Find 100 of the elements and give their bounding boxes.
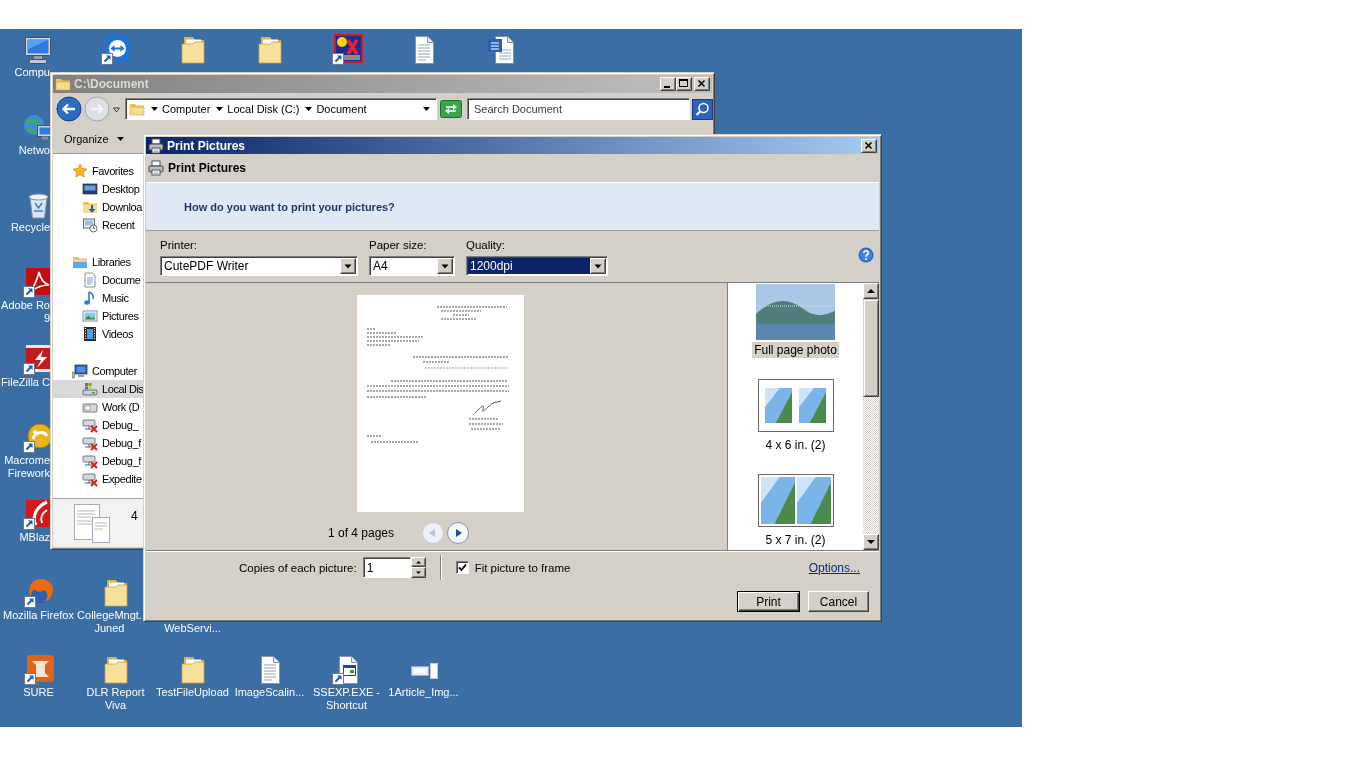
desktop-icon-label[interactable]: Mozilla Firefox [3,608,74,622]
folder-icon [55,76,71,92]
print-button[interactable]: Print [737,591,800,612]
desktop-icon-label[interactable]: Netwo [0,143,50,157]
window-title: Print Pictures [167,138,246,153]
browser-shortcut-icon[interactable] [22,576,55,609]
nav-item[interactable]: Computer [53,362,143,380]
organize-button[interactable]: Organize [58,128,130,150]
desktop-icon-label[interactable]: TestFileUpload [156,686,229,699]
film-icon [82,326,98,342]
desktop-icon-label[interactable]: WebServi... [164,621,221,635]
desktop-icon-label[interactable]: SURE [23,686,54,699]
dropdown-arrow-icon[interactable] [437,258,453,274]
desktop-icon-label[interactable]: MBlaz [0,531,50,544]
nav-item[interactable]: Favorites [53,162,143,180]
layout-option[interactable]: 4 x 6 in. (2) [763,437,828,453]
caret-icon[interactable] [216,107,224,111]
checkbox[interactable] [455,561,469,574]
caret-icon[interactable] [116,137,124,141]
dropdown-arrow-icon[interactable] [340,258,356,274]
refresh-button[interactable] [440,100,462,118]
close-button[interactable] [694,77,710,91]
app-shortcut-icon[interactable] [99,34,132,66]
computer-icon[interactable] [22,34,54,66]
breadcrumb[interactable]: Computer [162,103,211,115]
disconnected-drive-icon [82,435,98,451]
printer-icon [148,137,164,154]
app-shortcut-icon[interactable] [330,34,363,66]
nav-item[interactable]: Debug_ [53,416,143,434]
nav-item[interactable]: Debug_f [53,452,143,470]
two-photo-layout-drawing[interactable] [757,379,834,432]
checkmark-icon [457,563,467,572]
scrollbar-thumb[interactable] [863,299,879,397]
download-folder-icon [82,199,98,215]
copies-label: Copies of each picture: [239,561,357,574]
options-link[interactable]: Options... [808,560,860,575]
checkbox-label[interactable]: Fit picture to frame [474,561,571,574]
search-field[interactable]: Search Document [467,98,690,120]
nav-item[interactable]: Videos [53,325,143,343]
paper-size-dropdown[interactable]: A4 [369,256,455,276]
item-count: 4 [131,509,138,523]
next-page-button[interactable] [447,522,470,544]
monitor-clock-icon [82,217,98,233]
spin-down-button[interactable] [410,567,426,578]
page-counter: 1 of 4 pages [327,526,395,540]
disconnected-drive-icon [82,453,98,469]
nav-item[interactable]: Pictures [53,307,143,325]
breadcrumb[interactable]: Local Disk (C:) [227,103,300,115]
caret-icon[interactable] [305,107,313,111]
desktop-icon-label[interactable]: Macrome Firework [0,453,50,480]
desktop-icon-label[interactable]: FileZilla C [0,376,50,389]
address-bar[interactable]: Computer Local Disk (C:) Document [125,98,437,120]
desktop-icon-label[interactable]: 1Article_Img... [388,686,459,699]
nav-item[interactable]: Recent [53,216,143,234]
spin-up-button[interactable] [410,557,426,567]
search-button[interactable] [692,98,713,120]
printer-dropdown[interactable]: CutePDF Writer [160,256,358,276]
dropdown-arrow-icon[interactable] [590,258,606,274]
scroll-up-button[interactable] [863,283,879,299]
caret-icon[interactable] [151,107,158,111]
nav-item[interactable]: Local Dis [53,380,143,398]
back-button[interactable] [56,96,82,122]
minimize-button[interactable] [660,77,676,91]
nav-item[interactable]: Expedite [53,470,143,488]
desktop-icon-label[interactable]: DLR Report Viva [77,686,154,712]
scroll-down-button[interactable] [863,534,879,550]
nav-item[interactable]: Downloa [53,198,143,216]
maximize-button[interactable] [676,77,692,91]
breadcrumb[interactable]: Document [316,103,367,115]
app-shortcut-icon[interactable] [22,654,55,686]
document-icon [82,272,98,288]
desktop-icon-label[interactable]: SSEXP.EXE - Shortcut [308,686,385,712]
layout-option[interactable]: 5 x 7 in. (2) [763,532,828,548]
quality-dropdown[interactable]: 1200dpi [466,256,608,276]
close-button[interactable] [861,138,877,153]
desktop-icon-label[interactable]: Adobe Ro 9 [0,298,50,325]
caret-icon[interactable] [423,107,430,111]
two-photo-layout-drawing[interactable] [757,474,834,527]
nav-item[interactable]: Libraries [53,253,143,271]
layout-option[interactable]: Full page photo [752,342,839,358]
desktop-icon-label[interactable]: Recycle [0,221,50,234]
nav-item[interactable]: Work (D [53,398,143,416]
nav-item[interactable]: Music [53,289,143,307]
desktop-icon-label[interactable]: ImageScalin... [234,686,305,699]
desktop-icon-label[interactable]: Compu [0,66,50,79]
field-label: Paper size: [369,238,428,252]
nav-item[interactable]: Desktop [53,180,143,198]
nav-item[interactable]: Docume [53,271,143,289]
library-folder-icon [72,254,88,270]
system-drive-icon [82,381,98,397]
picture-icon [82,308,98,324]
instruction-text: How do you want to print your pictures? [184,200,395,213]
copies-field[interactable]: 1 [362,557,411,578]
desktop-icon-label[interactable]: CollegeMngt. Juned [77,608,142,635]
cancel-button[interactable]: Cancel [808,591,869,612]
nav-item[interactable]: Debug_f [53,434,143,452]
help-icon[interactable] [858,247,874,263]
landscape-photo-drawing[interactable] [756,284,835,340]
field-label: Quality: [466,238,506,252]
folder-icon [129,101,145,117]
